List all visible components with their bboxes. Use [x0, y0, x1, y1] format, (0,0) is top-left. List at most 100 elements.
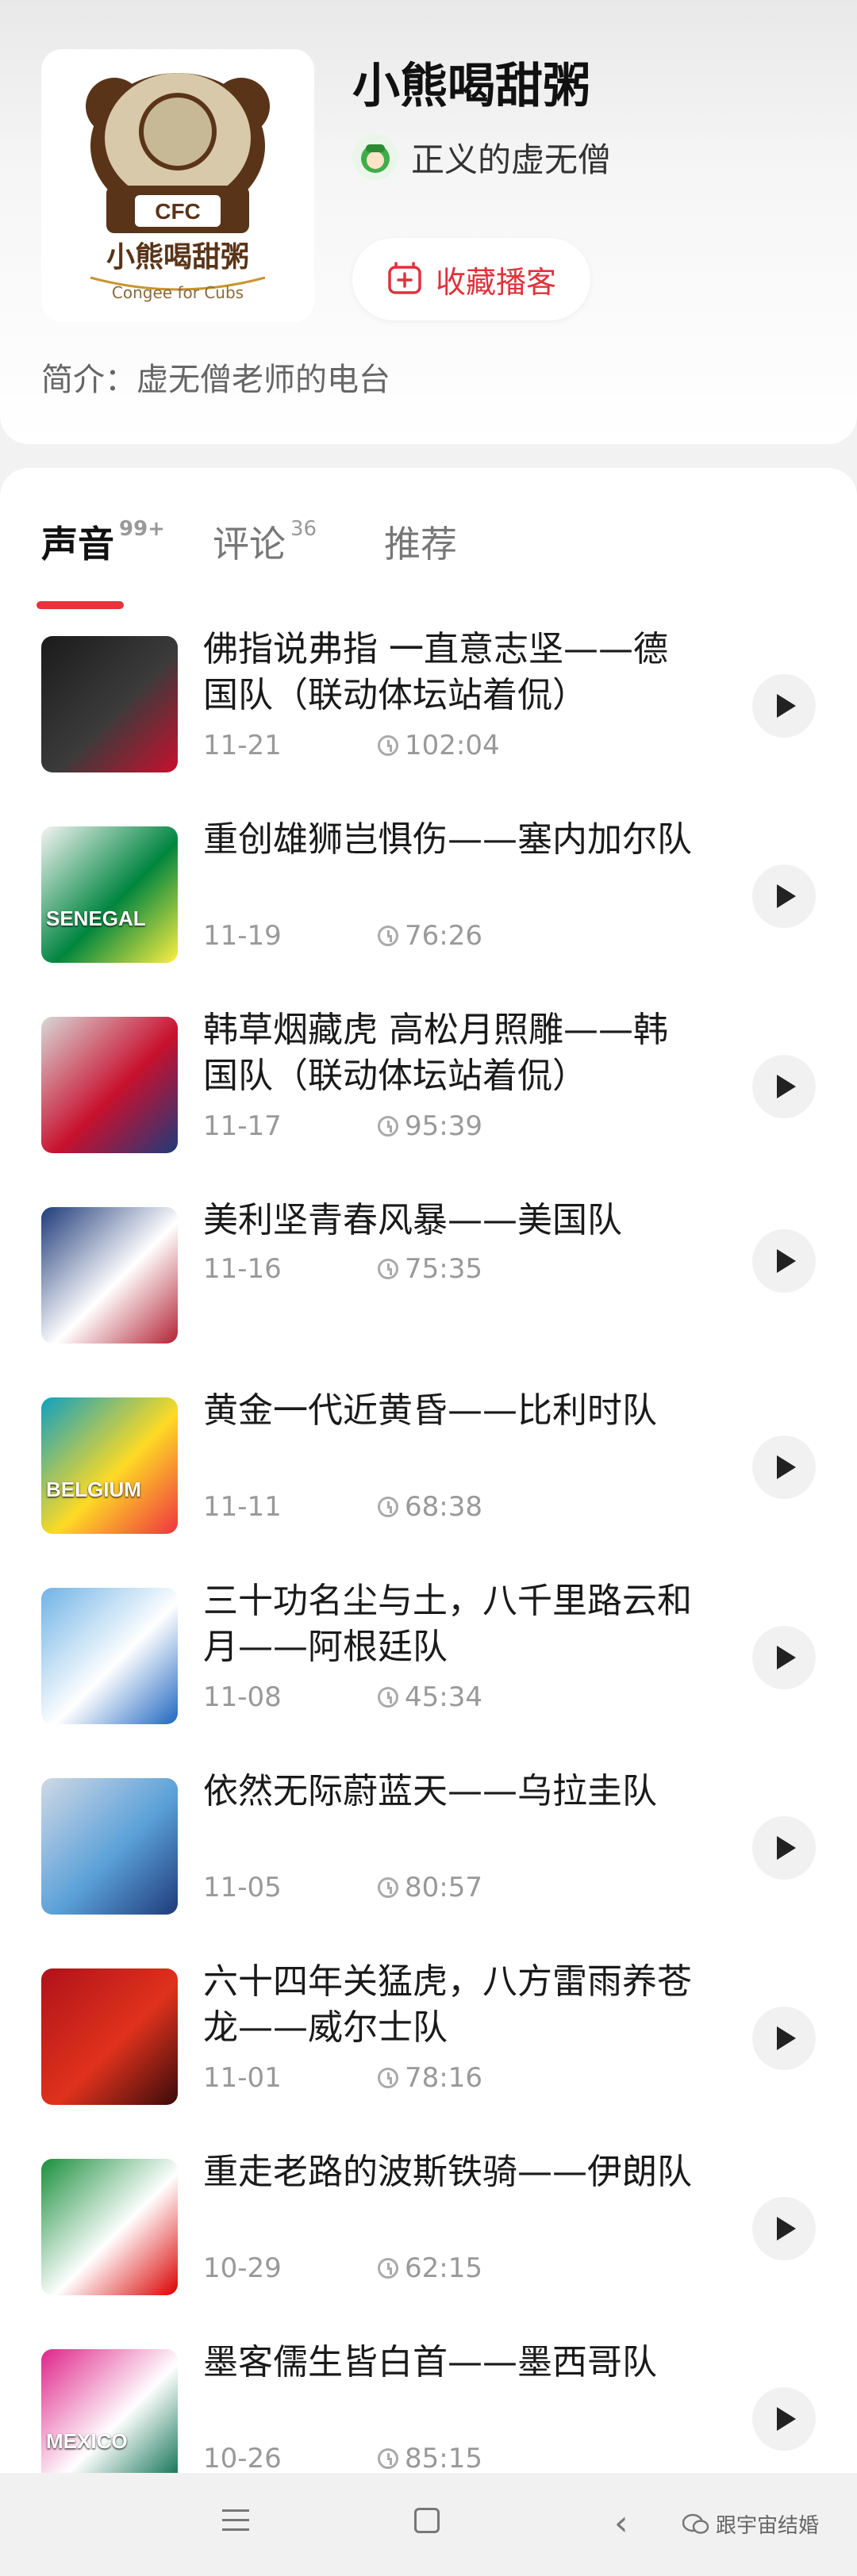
episode-meta: 11-11 68:38 [203, 1491, 482, 1523]
episode-item[interactable]: 三十功名尘与土，八千里路云和月——阿根廷队 11-08 45:34 [0, 1578, 857, 1724]
episode-meta: 10-29 62:15 [203, 2252, 482, 2284]
duration-text: 45:34 [405, 1681, 482, 1713]
episode-duration: 95:39 [378, 1110, 482, 1142]
duration-text: 95:39 [405, 1110, 482, 1142]
svg-text:小熊喝甜粥: 小熊喝甜粥 [106, 241, 249, 274]
duration-text: 80:57 [405, 1872, 482, 1903]
play-icon [777, 1249, 796, 1273]
episode-item[interactable]: SENEGAL 重创雄狮岂惧伤——塞内加尔队 11-19 76:26 [0, 817, 857, 963]
clock-icon [378, 1877, 398, 1898]
clock-icon [378, 1116, 398, 1137]
play-icon [777, 1075, 796, 1098]
clock-icon [378, 926, 398, 946]
episode-thumbnail [41, 1588, 178, 1724]
play-icon [777, 1455, 796, 1479]
episode-thumbnail [41, 1017, 178, 1153]
episode-title: 依然无际蔚蓝天——乌拉圭队 [203, 1771, 657, 1811]
tab-label: 评论 [213, 523, 286, 565]
duration-text: 78:16 [405, 2062, 482, 2094]
episode-item[interactable]: 依然无际蔚蓝天——乌拉圭队 11-05 80:57 [0, 1769, 857, 1915]
episode-list-card: 声音 99+ 评论 36 推荐 佛指说弗指 一直意志坚——德国队（联动体坛站着侃… [0, 468, 857, 2473]
clock-icon [378, 2258, 398, 2279]
duration-text: 102:04 [405, 730, 500, 761]
play-button[interactable] [752, 1626, 816, 1689]
play-icon [777, 694, 796, 718]
clock-icon [378, 735, 398, 756]
play-button[interactable] [752, 2007, 816, 2070]
episode-item[interactable]: 韩草烟藏虎 高松月照雕——韩国队（联动体坛站着侃） 11-17 95:39 [0, 1007, 857, 1153]
intro-text: 虚无僧老师的电台 [136, 362, 390, 398]
episode-thumbnail: SENEGAL [41, 826, 178, 963]
tab-label: 推荐 [384, 523, 457, 565]
episode-thumbnail: MEXICO [41, 2349, 178, 2473]
episode-duration: 80:57 [378, 1872, 482, 1903]
play-button[interactable] [752, 674, 816, 738]
tab-label: 声音 [41, 523, 114, 565]
duration-text: 76:26 [405, 920, 482, 952]
tab-recommend[interactable]: 推荐 [384, 516, 457, 568]
author-name: 正义的虚无僧 [411, 140, 612, 179]
episode-duration: 68:38 [378, 1491, 482, 1523]
play-icon [777, 2026, 796, 2050]
episode-duration: 102:04 [378, 730, 500, 761]
play-button[interactable] [752, 1055, 816, 1118]
episode-thumbnail [41, 636, 178, 772]
back-icon[interactable]: ‹ [614, 2503, 628, 2543]
episode-item[interactable]: 六十四年关猛虎，八方雷雨养苍龙——威尔士队 11-01 78:16 [0, 1959, 857, 2105]
episode-date: 10-29 [203, 2252, 282, 2284]
episode-item[interactable]: 佛指说弗指 一直意志坚——德国队（联动体坛站着侃） 11-21 102:04 [0, 627, 857, 772]
episode-title: 重创雄狮岂惧伤——塞内加尔队 [203, 819, 692, 860]
episode-thumbnail [41, 2159, 178, 2295]
play-button[interactable] [752, 864, 816, 928]
podcast-title: 小熊喝甜粥 [352, 59, 590, 114]
episode-duration: 45:34 [378, 1681, 482, 1713]
favorite-podcast-button[interactable]: 收藏播客 [352, 238, 590, 320]
tab-comments[interactable]: 评论 36 [213, 516, 317, 568]
clock-icon [378, 2448, 398, 2469]
author-link[interactable]: 正义的虚无僧 [352, 133, 611, 181]
episode-item[interactable]: MEXICO 墨客儒生皆白首——墨西哥队 10-26 85:15 [0, 2340, 857, 2473]
play-button[interactable] [752, 2387, 816, 2451]
system-nav-bar: ‹ 跟宇宙结婚 [0, 2473, 857, 2576]
episode-meta: 10-26 85:15 [203, 2443, 482, 2473]
episode-title: 黄金一代近黄昏——比利时队 [203, 1390, 657, 1431]
episode-title: 墨客儒生皆白首——墨西哥队 [203, 2342, 657, 2382]
episode-duration: 76:26 [378, 920, 482, 952]
clock-icon [378, 1687, 398, 1708]
episode-date: 11-11 [203, 1491, 282, 1523]
add-favorite-icon [388, 262, 421, 294]
episode-item[interactable]: 美利坚青春风暴——美国队 11-16 75:35 [0, 1198, 857, 1344]
episode-duration: 62:15 [378, 2252, 482, 2284]
episode-date: 11-08 [203, 1681, 282, 1713]
clock-icon [378, 1259, 398, 1279]
play-button[interactable] [752, 1229, 816, 1293]
monk-avatar-icon [361, 144, 390, 173]
episode-title: 三十功名尘与土，八千里路云和月——阿根廷队 [203, 1581, 692, 1667]
episode-date: 11-21 [203, 730, 282, 761]
thumbnail-text: BELGIUM [46, 1478, 141, 1501]
thumbnail-text: MEXICO [46, 2429, 128, 2453]
home-icon[interactable] [414, 2508, 440, 2533]
podcast-header: CFC 小熊喝甜粥 Congee for Cubs 小熊喝甜粥 正义的虚无僧 收… [0, 0, 857, 444]
play-button[interactable] [752, 2197, 816, 2260]
episode-item[interactable]: BELGIUM 黄金一代近黄昏——比利时队 11-11 68:38 [0, 1388, 857, 1534]
menu-icon[interactable] [222, 2509, 249, 2533]
svg-text:CFC: CFC [155, 199, 201, 224]
episode-date: 11-05 [203, 1872, 282, 1903]
play-icon [777, 1646, 796, 1669]
episode-duration: 78:16 [378, 2062, 482, 2094]
play-button[interactable] [752, 1816, 816, 1880]
episode-title: 佛指说弗指 一直意志坚——德国队（联动体坛站着侃） [203, 629, 668, 715]
play-icon [777, 1836, 796, 1860]
tab-badge: 99+ [119, 517, 165, 541]
episode-meta: 11-01 78:16 [203, 2062, 482, 2094]
play-button[interactable] [752, 1436, 816, 1499]
episode-date: 11-16 [203, 1253, 282, 1285]
watermark: 跟宇宙结婚 [682, 2509, 819, 2539]
bear-logo-icon: CFC 小熊喝甜粥 Congee for Cubs [86, 73, 270, 302]
duration-text: 68:38 [405, 1491, 482, 1523]
tab-sounds[interactable]: 声音 99+ [41, 516, 165, 568]
episode-date: 11-17 [203, 1110, 282, 1142]
watermark-text: 跟宇宙结婚 [716, 2514, 820, 2538]
episode-item[interactable]: 重走老路的波斯铁骑——伊朗队 10-29 62:15 [0, 2149, 857, 2295]
